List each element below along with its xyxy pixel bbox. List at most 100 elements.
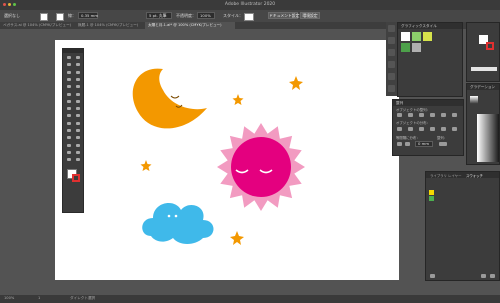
opacity-field[interactable]: 100% xyxy=(197,12,215,19)
document-setup-button[interactable]: ドキュメント設定 xyxy=(268,12,299,19)
column-graph-tool-icon[interactable] xyxy=(75,143,81,148)
perspective-tool-icon[interactable] xyxy=(75,121,81,126)
color-stroke-swatch[interactable] xyxy=(486,42,494,50)
scale-tool-icon[interactable] xyxy=(75,106,81,111)
eyedropper-tool-icon[interactable] xyxy=(66,135,72,140)
tab-pegasus[interactable]: ペガサス.ai @ 104% (CMYK/プレビュー) xyxy=(0,22,75,29)
pen-tool-icon[interactable] xyxy=(66,70,72,75)
fill-swatch[interactable] xyxy=(40,13,48,21)
delete-swatch-icon[interactable] xyxy=(490,274,495,278)
zoom-tool-icon[interactable] xyxy=(75,157,81,162)
blend-tool-icon[interactable] xyxy=(75,135,81,140)
distribute-top-icon[interactable] xyxy=(397,127,402,131)
tab-untitled[interactable]: 無題-1 @ 104% (CMYK/プレビュー) xyxy=(75,22,145,29)
hand-tool-icon[interactable] xyxy=(66,157,72,162)
distribute-bottom-icon[interactable] xyxy=(419,127,424,131)
rectangle-tool-icon[interactable] xyxy=(66,84,72,89)
align-left-icon[interactable] xyxy=(397,113,402,117)
ellipse-tool-icon[interactable] xyxy=(75,84,81,89)
panel-icon-dock xyxy=(386,22,397,96)
distribute-right-icon[interactable] xyxy=(452,127,457,131)
style-swatch-yellow[interactable] xyxy=(423,32,432,41)
paintbrush-tool-icon[interactable] xyxy=(66,92,72,97)
star-top-right xyxy=(289,76,303,90)
style-swatch-darkgreen[interactable] xyxy=(401,43,410,52)
symbols-icon[interactable] xyxy=(388,49,395,56)
spacing-field[interactable]: 0 mm xyxy=(415,141,433,147)
align-right-icon[interactable] xyxy=(419,113,424,117)
line-tool-icon[interactable] xyxy=(75,77,81,82)
mesh-tool-icon[interactable] xyxy=(66,128,72,133)
stroke-swatch[interactable] xyxy=(56,13,64,21)
brush-icon[interactable] xyxy=(388,37,395,44)
tab-sun-and-moon[interactable]: 太陽と月-1.ai* @ 100% (CMYK/プレビュー) xyxy=(145,22,235,29)
align-to-selection-icon[interactable] xyxy=(439,142,447,146)
distribute-vcenter-icon[interactable] xyxy=(408,127,413,131)
graphic-styles-icon[interactable] xyxy=(388,25,395,32)
star-bottom xyxy=(230,231,244,245)
star-left xyxy=(140,160,152,171)
tab-swatches[interactable]: スウォッチ xyxy=(466,173,483,178)
lasso-tool-icon[interactable] xyxy=(75,62,81,67)
appearance-icon[interactable] xyxy=(388,61,395,68)
color-panel xyxy=(466,22,500,82)
symbol-sprayer-tool-icon[interactable] xyxy=(66,143,72,148)
align-dock-icon[interactable] xyxy=(388,85,395,92)
gradient-tool-icon[interactable] xyxy=(75,128,81,133)
shaper-tool-icon[interactable] xyxy=(66,99,72,104)
slice-tool-icon[interactable] xyxy=(75,150,81,155)
eraser-tool-icon[interactable] xyxy=(75,99,81,104)
gradient-preview[interactable] xyxy=(470,96,478,104)
tab-layers[interactable]: レイヤー xyxy=(448,173,461,178)
distribute-objects-label: オブジェクトの分布： xyxy=(396,121,430,125)
align-vcenter-icon[interactable] xyxy=(441,113,446,117)
tools-panel xyxy=(62,48,84,213)
stroke-width-field[interactable]: 0.35 mm xyxy=(78,12,98,19)
curvature-tool-icon[interactable] xyxy=(75,70,81,75)
style-label: スタイル： xyxy=(223,13,243,18)
crescent-moon xyxy=(132,68,207,129)
transform-icon[interactable] xyxy=(388,73,395,80)
distribute-spacing-h-icon[interactable] xyxy=(405,142,410,146)
swatch-library-icon[interactable] xyxy=(430,274,435,278)
style-swatch-default[interactable] xyxy=(401,32,410,41)
selection-tool-icon[interactable] xyxy=(66,55,72,60)
new-swatch-icon[interactable] xyxy=(481,274,486,278)
swatch-yellow[interactable] xyxy=(429,190,434,195)
current-tool: ダイレクト選択 xyxy=(70,296,96,300)
align-top-icon[interactable] xyxy=(430,113,435,117)
width-tool-icon[interactable] xyxy=(66,113,72,118)
shape-builder-tool-icon[interactable] xyxy=(66,121,72,126)
sun-body xyxy=(231,137,291,197)
align-objects-label: オブジェクトの整列： xyxy=(396,108,430,112)
align-bottom-icon[interactable] xyxy=(452,113,457,117)
artboard[interactable] xyxy=(55,40,399,280)
distribute-left-icon[interactable] xyxy=(430,127,435,131)
direct-selection-tool-icon[interactable] xyxy=(75,55,81,60)
style-swatch-gray[interactable] xyxy=(412,43,421,52)
zoom-level[interactable]: 100% xyxy=(4,296,14,300)
gradient-panel: グラデーション xyxy=(466,83,500,165)
stroke-color-icon[interactable] xyxy=(72,174,80,182)
style-swatch-green[interactable] xyxy=(412,32,421,41)
swatch-green[interactable] xyxy=(429,196,434,201)
color-spectrum-bar[interactable] xyxy=(471,67,497,71)
tools-panel-header[interactable] xyxy=(63,49,83,53)
type-tool-icon[interactable] xyxy=(66,77,72,82)
distribute-spacing-v-icon[interactable] xyxy=(397,142,402,146)
magic-wand-tool-icon[interactable] xyxy=(66,62,72,67)
free-transform-tool-icon[interactable] xyxy=(75,113,81,118)
style-swatch[interactable] xyxy=(244,13,254,21)
gradient-ramp[interactable] xyxy=(477,114,499,162)
brush-select[interactable]: 5 pt. 丸筆 xyxy=(146,12,172,19)
rotate-tool-icon[interactable] xyxy=(66,106,72,111)
pencil-tool-icon[interactable] xyxy=(75,92,81,97)
artboard-tool-icon[interactable] xyxy=(66,150,72,155)
artboard-number[interactable]: 1 xyxy=(38,296,40,300)
align-title: 整列 xyxy=(393,100,463,106)
tab-libraries[interactable]: ライブラリ xyxy=(430,173,447,178)
align-hcenter-icon[interactable] xyxy=(408,113,413,117)
preferences-button[interactable]: 環境設定 xyxy=(300,12,320,19)
distribute-hcenter-icon[interactable] xyxy=(441,127,446,131)
spacing-label: 等間隔に分布： xyxy=(396,136,420,140)
